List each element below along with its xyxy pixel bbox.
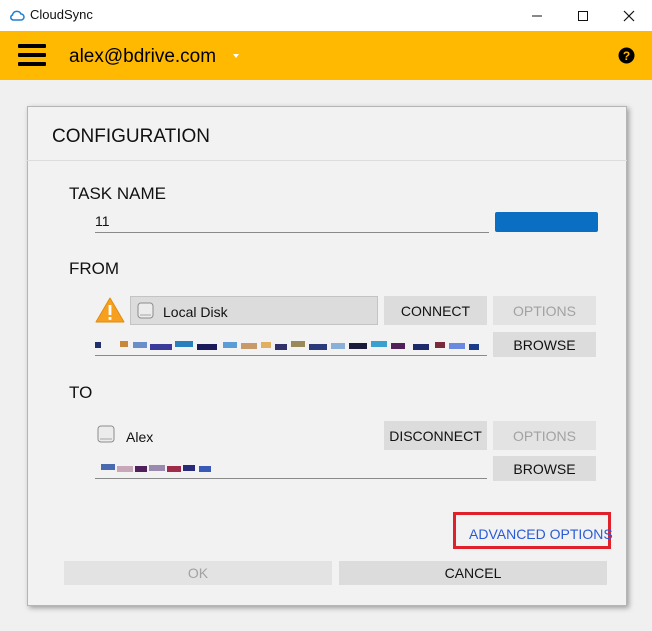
help-icon[interactable]: ? — [618, 47, 635, 64]
from-path-field[interactable] — [95, 337, 487, 356]
task-name-label: TASK NAME — [69, 184, 166, 203]
from-label: FROM — [69, 259, 120, 278]
disk-icon — [137, 302, 154, 319]
account-name[interactable]: alex@bdrive.com — [69, 46, 216, 68]
to-options-button[interactable]: OPTIONS — [493, 421, 596, 450]
warning-icon — [95, 297, 125, 323]
disk-icon — [97, 425, 115, 443]
ok-button[interactable]: OK — [64, 561, 332, 585]
connect-button[interactable]: CONNECT — [384, 296, 487, 325]
close-icon — [623, 10, 635, 21]
cancel-button[interactable]: CANCEL — [339, 561, 607, 585]
dialog-title: CONFIGURATION — [52, 126, 210, 147]
to-path-field[interactable] — [95, 460, 487, 479]
to-label: TO — [69, 383, 93, 402]
advanced-options-link[interactable]: ADVANCED OPTIONS — [469, 526, 613, 542]
from-options-button[interactable]: OPTIONS — [493, 296, 596, 325]
divider — [27, 160, 627, 161]
source-label: Local Disk — [163, 304, 228, 320]
disconnect-button[interactable]: DISCONNECT — [384, 421, 487, 450]
maximize-icon — [578, 10, 588, 21]
window-title: CloudSync — [30, 7, 93, 22]
from-browse-button[interactable]: BROWSE — [493, 332, 596, 357]
task-action-button[interactable] — [495, 212, 598, 232]
svg-text:?: ? — [623, 49, 630, 63]
close-button[interactable] — [606, 0, 652, 31]
minimize-button[interactable] — [514, 0, 560, 31]
hamburger-menu-icon[interactable] — [18, 44, 46, 66]
minimize-icon — [532, 15, 542, 16]
task-name-input[interactable] — [95, 210, 489, 233]
chevron-down-icon[interactable] — [231, 51, 241, 61]
cloud-icon — [10, 10, 25, 21]
destination-label: Alex — [126, 429, 154, 445]
to-browse-button[interactable]: BROWSE — [493, 456, 596, 481]
maximize-button[interactable] — [560, 0, 606, 31]
